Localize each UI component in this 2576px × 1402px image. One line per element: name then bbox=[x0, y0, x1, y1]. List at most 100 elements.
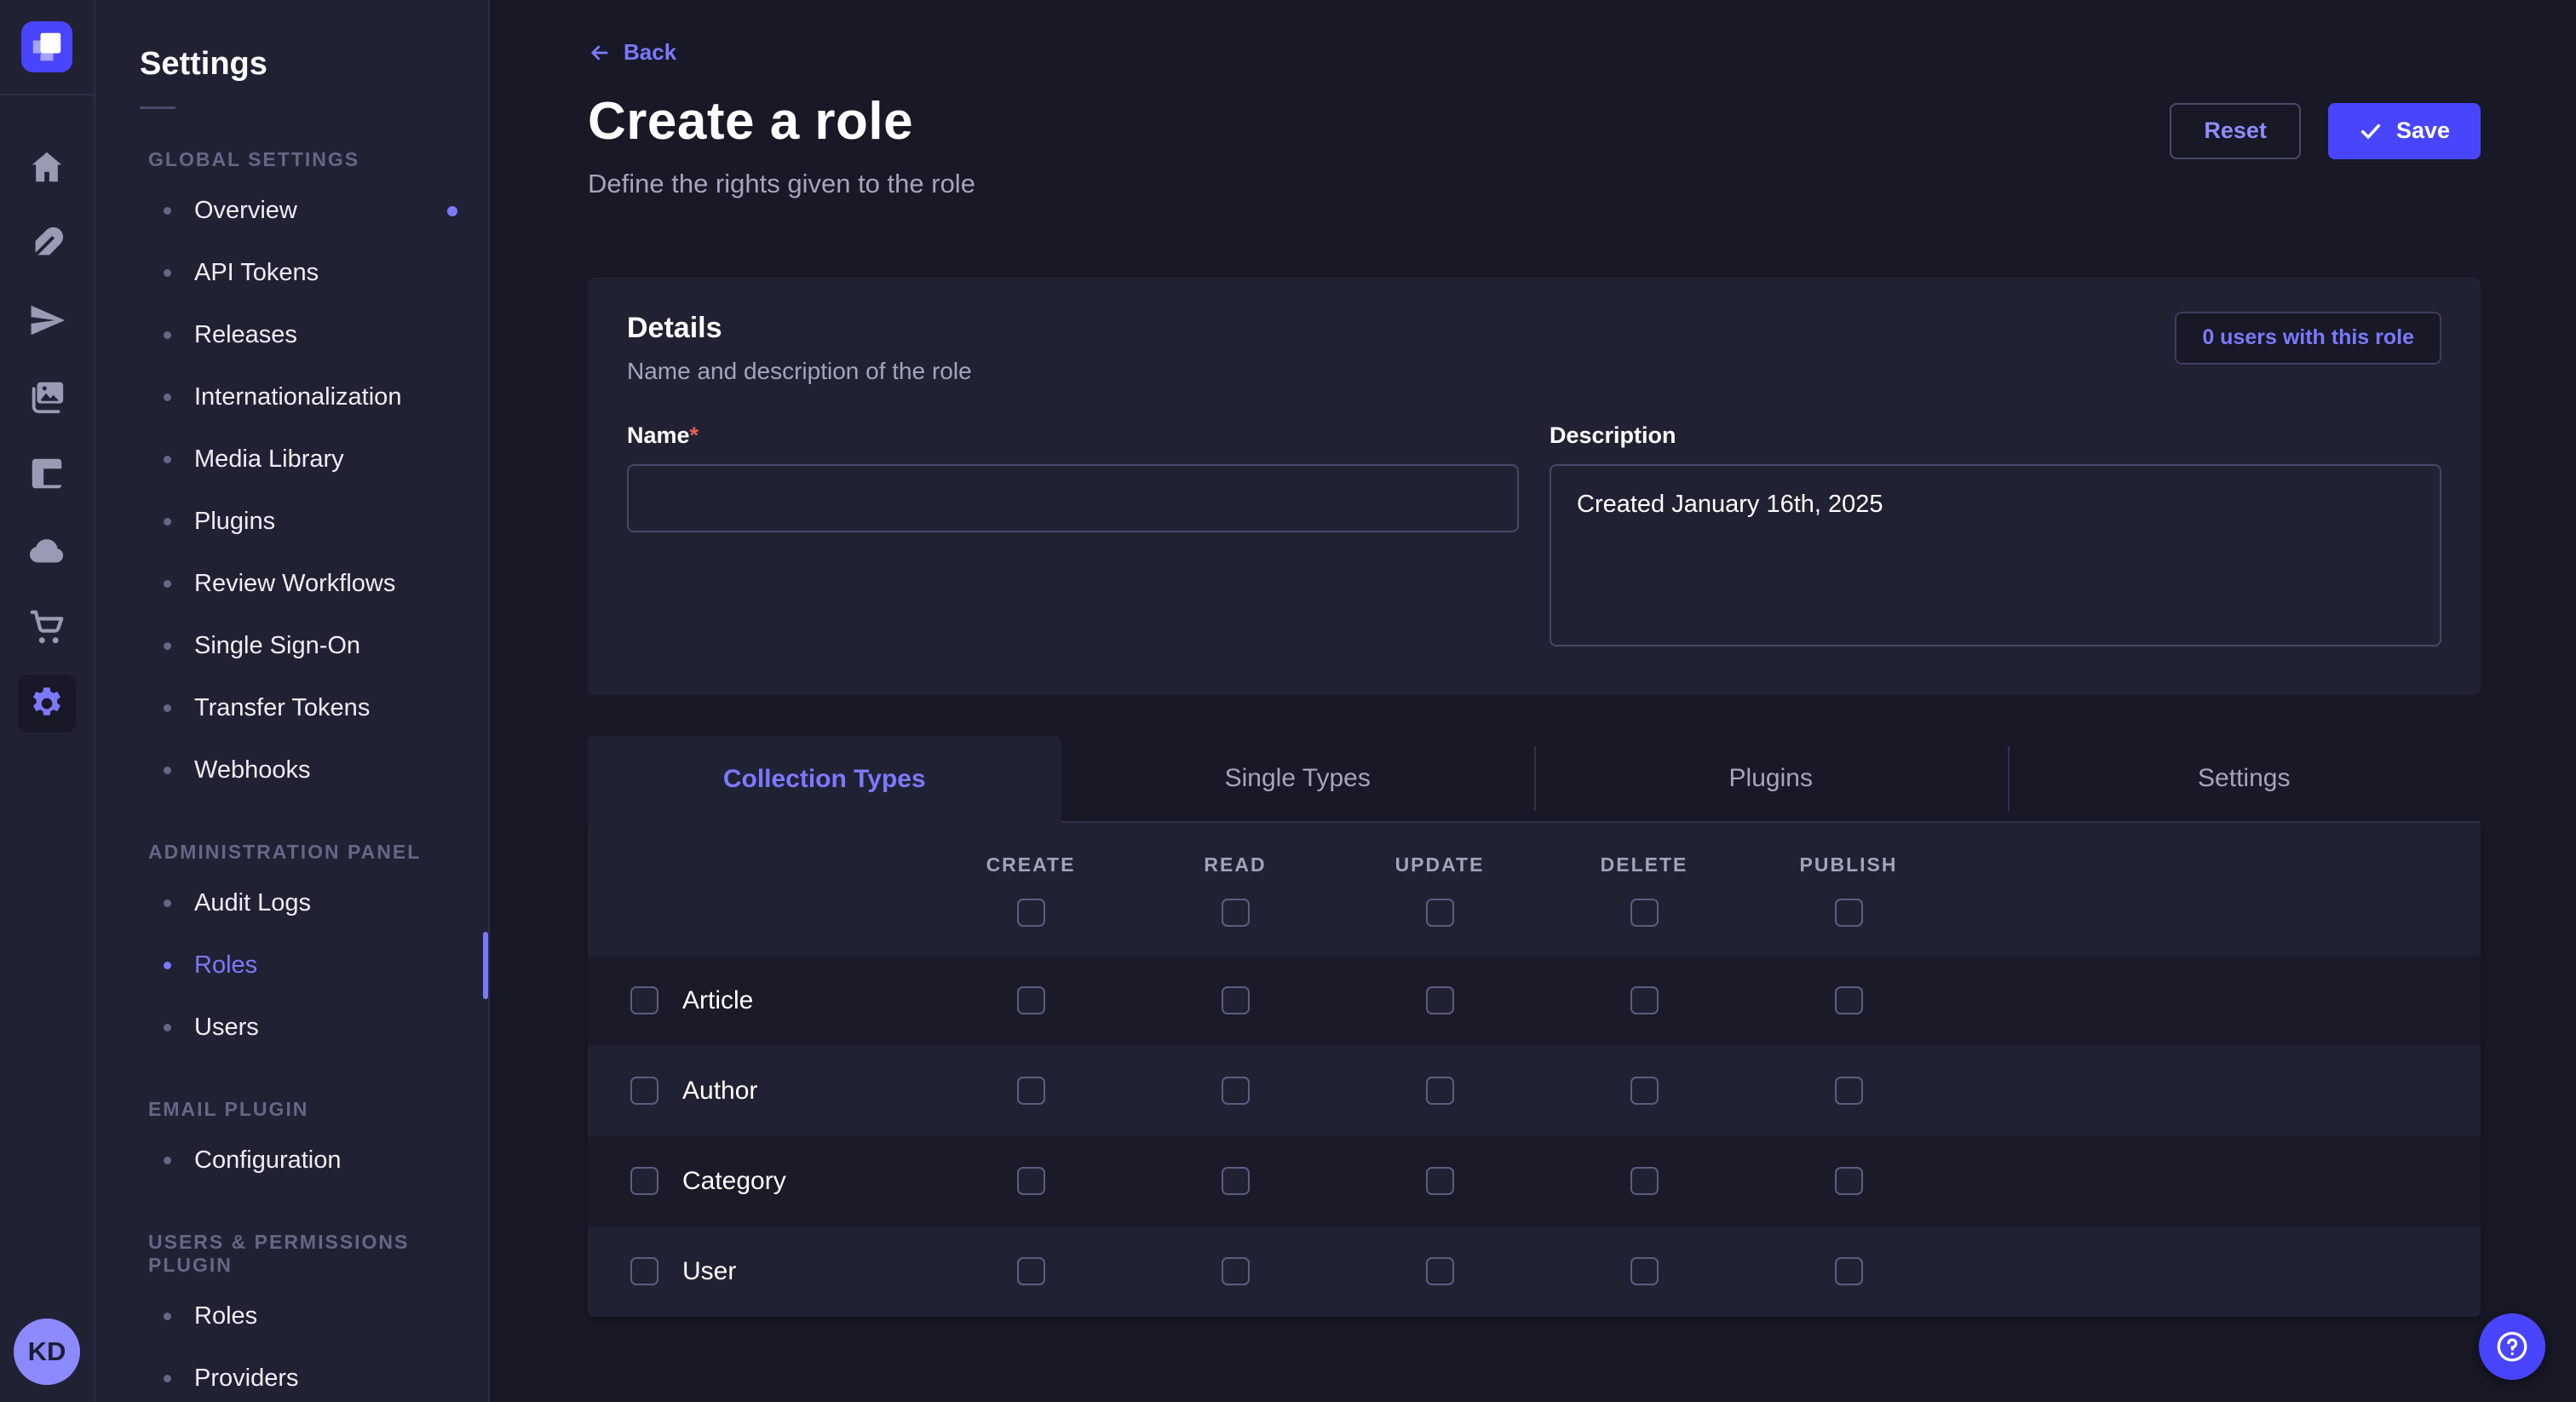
row-select-checkbox[interactable] bbox=[630, 1257, 658, 1285]
sidebar-item-label: Webhooks bbox=[194, 756, 311, 784]
select-all-update-checkbox[interactable] bbox=[1426, 899, 1454, 927]
tab-plugins[interactable]: Plugins bbox=[1534, 736, 2008, 823]
bullet-icon bbox=[164, 642, 171, 650]
tab-collection-types[interactable]: Collection Types bbox=[588, 736, 1061, 823]
paper-plane-icon[interactable] bbox=[18, 291, 76, 349]
layout-icon[interactable] bbox=[18, 445, 76, 503]
sidebar-item-label: Media Library bbox=[194, 445, 344, 474]
back-link[interactable]: Back bbox=[588, 39, 676, 66]
table-row-author: Author bbox=[588, 1046, 2481, 1136]
reset-button[interactable]: Reset bbox=[2170, 103, 2301, 159]
sidebar-item-api-tokens[interactable]: API Tokens bbox=[95, 242, 488, 304]
row-select-checkbox[interactable] bbox=[630, 1077, 658, 1105]
bullet-icon bbox=[164, 899, 171, 907]
select-all-delete-checkbox[interactable] bbox=[1630, 899, 1659, 927]
sidebar-item-label: Users bbox=[194, 1014, 259, 1042]
settings-subnav: Settings GLOBAL SETTINGS Overview API To… bbox=[95, 0, 490, 1402]
user-delete-checkbox[interactable] bbox=[1630, 1257, 1659, 1285]
category-update-checkbox[interactable] bbox=[1426, 1167, 1454, 1195]
author-create-checkbox[interactable] bbox=[1017, 1077, 1045, 1105]
column-header-create: CREATE bbox=[986, 853, 1076, 876]
description-textarea[interactable]: Created January 16th, 2025 bbox=[1550, 464, 2441, 646]
category-publish-checkbox[interactable] bbox=[1835, 1167, 1863, 1195]
author-read-checkbox[interactable] bbox=[1222, 1077, 1250, 1105]
sidebar-item-label: Configuration bbox=[194, 1146, 342, 1175]
header-actions: Reset Save bbox=[2170, 103, 2481, 159]
sidebar-item-plugins[interactable]: Plugins bbox=[95, 491, 488, 553]
article-publish-checkbox[interactable] bbox=[1835, 986, 1863, 1014]
rail-icon-list bbox=[18, 138, 76, 1319]
name-label-text: Name bbox=[627, 422, 690, 448]
author-delete-checkbox[interactable] bbox=[1630, 1077, 1659, 1105]
tab-single-types[interactable]: Single Types bbox=[1061, 736, 1535, 823]
help-button[interactable] bbox=[2479, 1313, 2545, 1380]
sidebar-item-providers[interactable]: Providers bbox=[95, 1347, 488, 1402]
user-update-checkbox[interactable] bbox=[1426, 1257, 1454, 1285]
select-all-create-checkbox[interactable] bbox=[1017, 899, 1045, 927]
sidebar-item-configuration[interactable]: Configuration bbox=[95, 1129, 488, 1192]
sidebar-item-users[interactable]: Users bbox=[95, 997, 488, 1059]
app-window: KD Settings GLOBAL SETTINGS Overview API… bbox=[0, 0, 2576, 1402]
row-select-checkbox[interactable] bbox=[630, 986, 658, 1014]
sidebar-item-roles-admin[interactable]: Roles bbox=[95, 934, 488, 997]
user-publish-checkbox[interactable] bbox=[1835, 1257, 1863, 1285]
name-input[interactable] bbox=[627, 464, 1519, 532]
details-card: Details Name and description of the role… bbox=[588, 278, 2481, 695]
required-asterisk: * bbox=[690, 422, 699, 448]
bullet-icon bbox=[164, 962, 171, 969]
category-read-checkbox[interactable] bbox=[1222, 1167, 1250, 1195]
select-all-read-checkbox[interactable] bbox=[1222, 899, 1250, 927]
user-create-checkbox[interactable] bbox=[1017, 1257, 1045, 1285]
column-header-publish: PUBLISH bbox=[1800, 853, 1898, 876]
select-all-publish-checkbox[interactable] bbox=[1835, 899, 1863, 927]
author-update-checkbox[interactable] bbox=[1426, 1077, 1454, 1105]
save-button[interactable]: Save bbox=[2328, 103, 2481, 159]
select-all-row bbox=[588, 899, 2481, 927]
home-icon[interactable] bbox=[18, 138, 76, 196]
row-select-checkbox[interactable] bbox=[630, 1167, 658, 1195]
back-row: Back bbox=[588, 39, 2481, 69]
sidebar-item-review-workflows[interactable]: Review Workflows bbox=[95, 553, 488, 615]
users-with-role-button[interactable]: 0 users with this role bbox=[2175, 312, 2441, 365]
tab-settings[interactable]: Settings bbox=[2008, 736, 2481, 823]
strapi-logo[interactable] bbox=[21, 21, 72, 72]
sidebar-item-overview[interactable]: Overview bbox=[95, 180, 488, 242]
article-delete-checkbox[interactable] bbox=[1630, 986, 1659, 1014]
details-head: Details Name and description of the role… bbox=[627, 312, 2441, 385]
main-content: Back Create a role Define the rights giv… bbox=[490, 0, 2576, 1402]
article-create-checkbox[interactable] bbox=[1017, 986, 1045, 1014]
name-label: Name* bbox=[627, 422, 1519, 449]
category-delete-checkbox[interactable] bbox=[1630, 1167, 1659, 1195]
sidebar-item-single-sign-on[interactable]: Single Sign-On bbox=[95, 615, 488, 677]
gear-icon[interactable] bbox=[18, 675, 76, 733]
bullet-icon bbox=[164, 1024, 171, 1031]
sidebar-item-internationalization[interactable]: Internationalization bbox=[95, 366, 488, 428]
column-labels-row: CREATE READ UPDATE DELETE PUBLISH bbox=[588, 853, 2481, 876]
category-create-checkbox[interactable] bbox=[1017, 1167, 1045, 1195]
sidebar-item-transfer-tokens[interactable]: Transfer Tokens bbox=[95, 677, 488, 739]
author-publish-checkbox[interactable] bbox=[1835, 1077, 1863, 1105]
cart-icon[interactable] bbox=[18, 598, 76, 656]
sidebar-item-media-library[interactable]: Media Library bbox=[95, 428, 488, 491]
bullet-icon bbox=[164, 580, 171, 588]
avatar[interactable]: KD bbox=[14, 1319, 80, 1385]
sidebar-item-releases[interactable]: Releases bbox=[95, 304, 488, 366]
feather-icon[interactable] bbox=[18, 215, 76, 273]
row-label: Article bbox=[682, 986, 753, 1015]
sidebar-item-audit-logs[interactable]: Audit Logs bbox=[95, 872, 488, 934]
article-read-checkbox[interactable] bbox=[1222, 986, 1250, 1014]
sidebar-item-label: Single Sign-On bbox=[194, 632, 360, 660]
article-update-checkbox[interactable] bbox=[1426, 986, 1454, 1014]
bullet-icon bbox=[164, 1157, 171, 1164]
images-icon[interactable] bbox=[18, 368, 76, 426]
strapi-logo-glyph bbox=[21, 21, 72, 72]
table-row-category: Category bbox=[588, 1136, 2481, 1227]
user-read-checkbox[interactable] bbox=[1222, 1257, 1250, 1285]
sidebar-item-label: Roles bbox=[194, 951, 257, 980]
sidebar-item-webhooks[interactable]: Webhooks bbox=[95, 739, 488, 802]
active-item-indicator bbox=[483, 932, 488, 999]
subnav-title: Settings bbox=[140, 46, 488, 83]
sidebar-item-roles-up[interactable]: Roles bbox=[95, 1285, 488, 1347]
cloud-icon[interactable] bbox=[18, 521, 76, 579]
row-label: User bbox=[682, 1257, 736, 1286]
